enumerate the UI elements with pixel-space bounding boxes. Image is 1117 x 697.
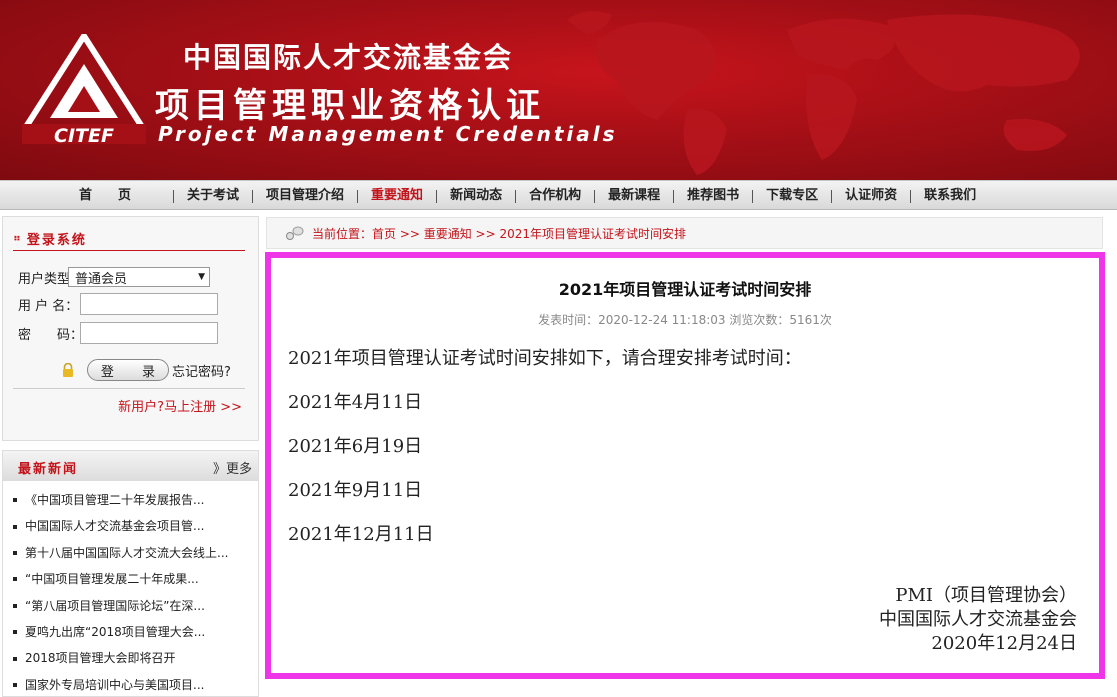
- breadcrumb: 当前位置：首页 >> 重要通知 >> 2021年项目管理认证考试时间安排: [266, 217, 1103, 249]
- news-item-title: “第八届项目管理国际论坛”在深...: [25, 598, 205, 613]
- dropdown-arrow-icon: ▼: [198, 272, 205, 282]
- site-title: 项目管理职业资格认证: [155, 86, 545, 126]
- news-item-title: 国家外专局培训中心与美国项目...: [25, 677, 205, 692]
- article-paragraph: 2021年6月19日: [288, 436, 423, 457]
- password-label: 密 码：: [18, 327, 84, 343]
- login-actions: 登 录 忘记密码?: [61, 359, 231, 381]
- news-list: 《中国项目管理二十年发展报告... 中国国际人才交流基金会项目管... 第十八届…: [13, 487, 228, 697]
- news-item-title: 中国国际人才交流基金会项目管...: [25, 519, 205, 534]
- bullet-icon: [13, 550, 17, 555]
- bullet-icon: [13, 682, 17, 687]
- bullet-icon: [13, 577, 17, 582]
- nav-item-about-exam[interactable]: 关于考试: [174, 181, 252, 211]
- list-item[interactable]: “中国项目管理发展二十年成果...: [13, 566, 228, 592]
- list-item[interactable]: 中国国际人才交流基金会项目管...: [13, 513, 228, 539]
- user-type-value: 普通会员: [75, 271, 128, 287]
- article-paragraph: 2021年12月11日: [288, 524, 434, 545]
- user-type-row: 用户类型： 普通会员 ▼: [18, 267, 210, 287]
- news-header: 最新新闻 》更多: [3, 451, 258, 481]
- bullet-icon: [13, 603, 17, 608]
- login-button[interactable]: 登 录: [87, 359, 169, 381]
- list-item[interactable]: 《中国项目管理二十年发展报告...: [13, 487, 228, 513]
- signature-line: 中国国际人才交流基金会: [879, 609, 1077, 630]
- news-item-title: “中国项目管理发展二十年成果...: [25, 572, 199, 587]
- org-title: 中国国际人才交流基金会: [183, 41, 514, 74]
- bullet-icon: [13, 656, 17, 661]
- register-link[interactable]: 新用户?马上注册 >>: [118, 396, 242, 415]
- nav-item-courses[interactable]: 最新课程: [595, 181, 673, 211]
- list-item[interactable]: 夏鸣九出席“2018项目管理大会...: [13, 619, 228, 645]
- user-type-select[interactable]: 普通会员 ▼: [68, 267, 210, 287]
- bullet-icon: [13, 498, 17, 503]
- news-item-title: 第十八届中国国际人才交流大会线上...: [25, 545, 229, 560]
- lock-icon: [63, 363, 73, 377]
- article-paragraph: 2021年项目管理认证考试时间安排如下，请合理安排考试时间：: [288, 348, 802, 369]
- nav-item-pm-intro[interactable]: 项目管理介绍: [253, 181, 357, 211]
- nav-item-contact[interactable]: 联系我们: [911, 181, 989, 211]
- password-input[interactable]: [80, 322, 218, 344]
- main-nav: 首页 关于考试 项目管理介绍 重要通知 新闻动态 合作机构 最新课程 推荐图书 …: [0, 180, 1117, 210]
- article-paragraph: 2021年9月11日: [288, 480, 423, 501]
- username-input[interactable]: [80, 293, 218, 315]
- login-panel: ⠶ 登录系统 用户类型： 普通会员 ▼ 用 户 名： 密 码： 登 录 忘记密码…: [2, 216, 259, 441]
- list-item[interactable]: “第八届项目管理国际论坛”在深...: [13, 593, 228, 619]
- article-signature: PMI（项目管理协会） 中国国际人才交流基金会 2020年12月24日: [879, 584, 1077, 656]
- bullet-icon: [13, 524, 17, 529]
- login-heading-label: 登录系统: [26, 233, 87, 248]
- header-banner: CITEF 中国国际人才交流基金会 项目管理职业资格认证 Project Man…: [0, 0, 1117, 180]
- article-paragraph: 2021年4月11日: [288, 392, 423, 413]
- nav-item-instructors[interactable]: 认证师资: [832, 181, 910, 211]
- citef-logo: CITEF: [22, 34, 146, 146]
- article-meta: 发表时间：2020-12-24 11:18:03 浏览次数：5161次: [538, 313, 832, 327]
- article-panel: 2021年项目管理认证考试时间安排 发表时间：2020-12-24 11:18:…: [265, 252, 1105, 679]
- list-item[interactable]: 国家外专局培训中心与美国项目...: [13, 672, 228, 697]
- forgot-password-link[interactable]: 忘记密码?: [172, 361, 231, 380]
- list-item[interactable]: 2018项目管理大会即将召开: [13, 645, 228, 671]
- list-item[interactable]: 第十八届中国国际人才交流大会线上...: [13, 540, 228, 566]
- news-item-title: 《中国项目管理二十年发展报告...: [25, 493, 205, 507]
- latest-news-panel: 最新新闻 》更多 《中国项目管理二十年发展报告... 中国国际人才交流基金会项目…: [2, 450, 259, 697]
- news-more-link[interactable]: 》更多: [213, 458, 252, 477]
- breadcrumb-text[interactable]: 当前位置：首页 >> 重要通知 >> 2021年项目管理认证考试时间安排: [312, 225, 686, 242]
- site-title-en: Project Management Credentials: [158, 122, 618, 146]
- password-row: 密 码：: [18, 322, 218, 344]
- username-row: 用 户 名：: [18, 293, 218, 315]
- logo-text: CITEF: [54, 125, 114, 146]
- dots-icon: ⠶: [13, 233, 21, 244]
- login-heading: ⠶ 登录系统: [13, 227, 245, 251]
- article-body: 2021年项目管理认证考试时间安排如下，请合理安排考试时间： 2021年4月11…: [288, 346, 802, 566]
- signature-line: 2020年12月24日: [931, 633, 1077, 654]
- article-title: 2021年项目管理认证考试时间安排: [558, 280, 812, 299]
- news-item-title: 2018项目管理大会即将召开: [25, 651, 176, 666]
- nav-item-news[interactable]: 新闻动态: [437, 181, 515, 211]
- world-map-decoration: [567, 11, 1080, 175]
- location-pin-icon: [286, 226, 304, 240]
- login-divider: [13, 388, 245, 389]
- news-item-title: 夏鸣九出席“2018项目管理大会...: [25, 624, 206, 639]
- username-label: 用 户 名：: [18, 298, 79, 314]
- bullet-icon: [13, 630, 17, 635]
- nav-item-notices[interactable]: 重要通知: [358, 181, 436, 211]
- nav-item-home[interactable]: 首页: [66, 181, 157, 211]
- news-heading: 最新新闻: [18, 462, 79, 477]
- signature-line: PMI（项目管理协会）: [895, 585, 1077, 606]
- nav-item-downloads[interactable]: 下载专区: [753, 181, 831, 211]
- nav-item-books[interactable]: 推荐图书: [674, 181, 752, 211]
- nav-item-partners[interactable]: 合作机构: [516, 181, 594, 211]
